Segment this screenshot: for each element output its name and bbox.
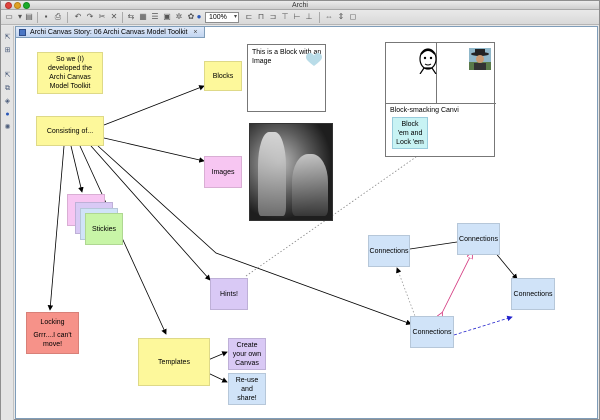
model-tree-icon[interactable]: ✲ xyxy=(174,12,184,22)
tab-canvas-story[interactable]: Archi Canvas Story: 06 Archi Canvas Mode… xyxy=(16,27,205,38)
delete-icon[interactable]: ✕ xyxy=(109,12,119,22)
undo-icon[interactable]: ↶ xyxy=(73,12,83,22)
stickies-note[interactable]: Stickies xyxy=(85,213,123,245)
connections-node-right[interactable]: Connections xyxy=(511,278,555,310)
match-width-icon[interactable]: ⇔ xyxy=(324,12,334,22)
title-bar: Archi xyxy=(1,1,599,10)
block-smacking-canvi[interactable]: Block-smacking Canvi Block 'em and Lock … xyxy=(385,42,496,157)
create-canvas-note[interactable]: Create your own Canvas xyxy=(228,338,266,370)
connector-pink-bidirectional xyxy=(442,253,472,313)
templates-note[interactable]: Templates xyxy=(138,338,210,386)
locking-note[interactable]: Locking Grrr....I can't move! xyxy=(26,312,79,354)
face-sketch-icon xyxy=(419,48,437,74)
connector-templates-reuse xyxy=(207,372,228,383)
zoom-value: 100% xyxy=(209,14,227,21)
canvas-file-icon xyxy=(19,29,26,36)
diagram-editor: Archi Canvas Story: 06 Archi Canvas Mode… xyxy=(15,26,598,419)
align-left-icon[interactable]: ⊏ xyxy=(244,12,254,22)
tab-label: Archi Canvas Story: 06 Archi Canvas Mode… xyxy=(30,29,188,36)
canvas-area[interactable]: So we (I) developed the Archi Canvas Mod… xyxy=(16,38,597,418)
toolbar-separator xyxy=(122,12,123,23)
connector-consisting-locking xyxy=(47,145,65,311)
block-with-image[interactable]: This is a Block with an Image xyxy=(247,44,326,112)
save-icon[interactable]: ▪ xyxy=(41,12,51,22)
connections-node-bottom[interactable]: Connections xyxy=(410,316,454,348)
info-icon[interactable]: ● xyxy=(194,12,204,22)
outline-view-icon[interactable]: ⧉ xyxy=(3,84,12,93)
print-icon[interactable]: ⎙ xyxy=(53,12,63,22)
consisting-note[interactable]: Consisting of... xyxy=(36,116,104,146)
chevron-down-icon: ▾ xyxy=(233,14,237,20)
images-note[interactable]: Images xyxy=(204,156,242,188)
close-icon[interactable]: × xyxy=(193,29,197,36)
align-icon[interactable]: ⇆ xyxy=(126,12,136,22)
grid-icon[interactable]: ▦ xyxy=(138,12,148,22)
properties-icon[interactable]: ▣ xyxy=(162,12,172,22)
app-title: Archi xyxy=(292,2,308,9)
connections-node-left[interactable]: Connections xyxy=(368,235,410,267)
model-tree-view-icon[interactable]: ⊞ xyxy=(3,46,12,55)
navigator-view-icon[interactable]: ◈ xyxy=(3,97,12,106)
cut-icon[interactable]: ✂ xyxy=(97,12,107,22)
photo-figure-left xyxy=(258,132,286,216)
restore-icon[interactable]: ⇱ xyxy=(3,33,12,42)
zoom-select[interactable]: 100% ▾ xyxy=(205,12,239,23)
vintage-photo-image[interactable] xyxy=(249,123,333,221)
locking-text: Grrr....I can't move! xyxy=(33,331,72,348)
left-trim-bar: ⇱ ⊞ ⇱ ⧉ ◈ ● ✺ xyxy=(1,26,14,420)
match-height-icon[interactable]: ⇕ xyxy=(336,12,346,22)
connector-consisting-stickies xyxy=(70,145,84,193)
toolbar-separator xyxy=(37,12,38,23)
align-bottom-icon[interactable]: ⊥ xyxy=(304,12,314,22)
connector-consisting-blocks xyxy=(103,85,205,126)
toolbar-separator xyxy=(319,12,320,23)
connector-blue-dashed xyxy=(453,315,513,336)
main-toolbar: ▭ ▾ ▤ ▪ ⎙ ↶ ↷ ✂ ✕ ⇆ ▦ ☰ ▣ ✲ ✿ ● 100% ▾ ⊏… xyxy=(1,10,599,25)
align-middle-icon[interactable]: ⊢ xyxy=(292,12,302,22)
toolbar-separator xyxy=(67,12,68,23)
photo-figure-right xyxy=(292,154,328,216)
restore-icon[interactable]: ⇱ xyxy=(3,71,12,80)
connections-node-top[interactable]: Connections xyxy=(457,223,500,255)
connector-templates-create xyxy=(207,351,228,361)
default-size-icon[interactable]: ◻ xyxy=(348,12,358,22)
reuse-share-note[interactable]: Re-use and share! xyxy=(228,373,266,405)
new-file-icon[interactable]: ▭ xyxy=(4,12,14,22)
hints-note[interactable]: Hints! xyxy=(210,278,248,310)
open-folder-icon[interactable]: ▤ xyxy=(24,12,34,22)
align-center-icon[interactable]: ⊓ xyxy=(256,12,266,22)
properties-view-icon[interactable]: ● xyxy=(3,110,12,119)
connector-connections-a-b xyxy=(409,241,458,250)
block-lock-note[interactable]: Block 'em and Lock 'em xyxy=(392,117,428,149)
align-right-icon[interactable]: ⊐ xyxy=(268,12,278,22)
blocks-note[interactable]: Blocks xyxy=(204,61,242,91)
hat-person-icon xyxy=(469,48,491,70)
connector-connections-b-c xyxy=(493,250,518,280)
align-top-icon[interactable]: ⊤ xyxy=(280,12,290,22)
connector-consisting-images xyxy=(103,137,205,163)
block-canvi-title: Block-smacking Canvi xyxy=(390,107,459,114)
app-window: Archi ▭ ▾ ▤ ▪ ⎙ ↶ ↷ ✂ ✕ ⇆ ▦ ☰ ▣ ✲ ✿ ● 10… xyxy=(0,0,600,420)
layers-icon[interactable]: ☰ xyxy=(150,12,160,22)
palette-view-icon[interactable]: ✺ xyxy=(3,123,12,132)
block-divider-horizontal xyxy=(386,103,496,104)
redo-icon[interactable]: ↷ xyxy=(85,12,95,22)
heart-icon xyxy=(306,53,322,66)
locking-title: Locking xyxy=(40,318,65,326)
intro-note[interactable]: So we (I) developed the Archi Canvas Mod… xyxy=(37,52,103,94)
